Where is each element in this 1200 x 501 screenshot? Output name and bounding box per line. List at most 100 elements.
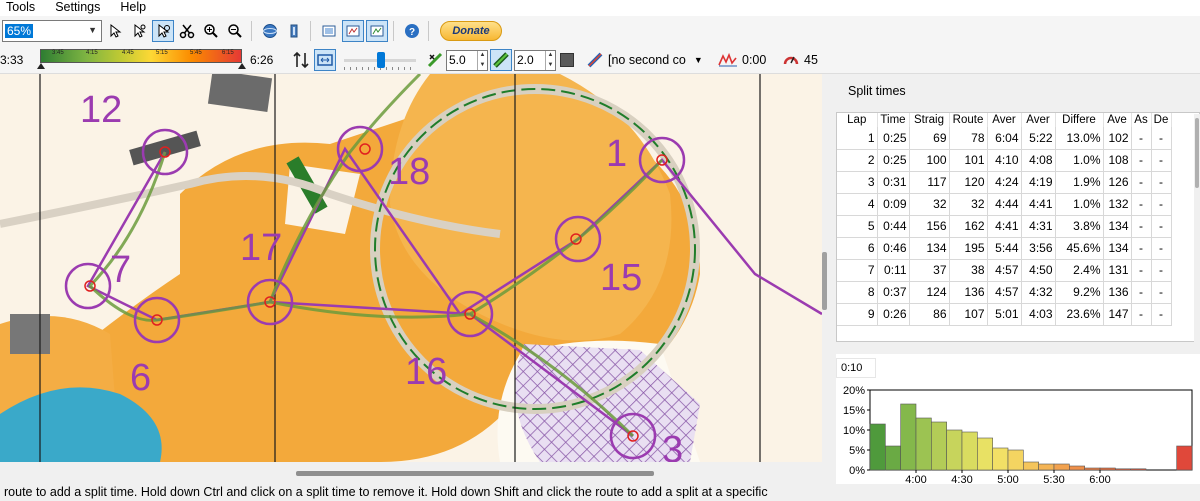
transparency-slider[interactable] — [344, 50, 416, 70]
scrollbar-thumb[interactable] — [822, 252, 827, 310]
cut-tool-button[interactable] — [176, 20, 198, 42]
column-header[interactable]: Lap — [837, 113, 878, 127]
histogram-bar — [946, 429, 963, 471]
pointer-tool-button[interactable] — [104, 20, 126, 42]
table-cell: 162 — [949, 215, 988, 238]
table-cell: 4:57 — [987, 281, 1022, 304]
menu-settings[interactable]: Settings — [45, 0, 110, 16]
route-line-icon — [427, 52, 443, 68]
table-cell: 4:41 — [987, 215, 1022, 238]
slider-thumb[interactable] — [377, 52, 385, 68]
control-number: 3 — [662, 429, 683, 462]
zoom-out-button[interactable] — [224, 20, 246, 42]
spin-down-icon[interactable]: ▼ — [478, 61, 487, 71]
colorbar-label: 4:45 — [122, 50, 134, 56]
column-header[interactable]: Aver — [1021, 113, 1056, 127]
zoom-in-button[interactable] — [200, 20, 222, 42]
column-header[interactable]: De — [1151, 113, 1172, 127]
table-cell: 1 — [837, 127, 878, 150]
table-cell: 3 — [837, 171, 878, 194]
table-cell: - — [1131, 127, 1152, 150]
table-row[interactable]: 1 0:25 69 78 6:04 5:22 13.0% 102- - — [837, 127, 1172, 150]
zoom-combobox[interactable]: 65% ▼ — [2, 20, 102, 42]
scrollbar-thumb[interactable] — [1195, 118, 1199, 188]
spin-up-icon[interactable]: ▲ — [546, 51, 555, 61]
range-min-handle[interactable] — [37, 63, 45, 69]
control-number: 17 — [240, 227, 282, 269]
y-tick-label: 10% — [843, 425, 865, 437]
fit-range-button[interactable] — [314, 46, 336, 74]
second-color-combobox[interactable]: [no second co ▼ — [608, 49, 714, 71]
mask-color-button[interactable] — [560, 46, 574, 74]
menu-help[interactable]: Help — [110, 0, 156, 16]
line-width-spinner[interactable]: 5.0 ▲ ▼ — [446, 50, 488, 71]
table-cell: 9 — [837, 303, 878, 326]
table-row[interactable]: 9 0:26 86 107 5:01 4:03 23.6% 147- - — [837, 303, 1172, 326]
column-header[interactable]: Time — [877, 113, 910, 127]
table-row[interactable]: 8 0:37 124 136 4:57 4:32 9.2% 136- - — [837, 281, 1172, 304]
column-header[interactable]: Differe — [1055, 113, 1104, 127]
table-cell: - — [1151, 171, 1172, 194]
map-vertical-scrollbar[interactable] — [822, 74, 828, 462]
toolbar-separator — [310, 21, 311, 41]
rotate-map-button[interactable] — [283, 20, 305, 42]
histogram-bar — [1069, 465, 1085, 471]
map-with-route-button[interactable] — [342, 20, 364, 42]
y-tick-label: 15% — [843, 405, 865, 417]
color-range-bar[interactable]: 3:45 4:15 4:45 5:15 5:45 6:15 — [37, 49, 246, 69]
route-only-button[interactable] — [366, 20, 388, 42]
table-cell: 0:09 — [877, 193, 910, 216]
zoom-value: 65% — [5, 24, 34, 38]
column-header[interactable]: As — [1131, 113, 1152, 127]
column-header[interactable]: Ave — [1103, 113, 1132, 127]
table-cell: 0:44 — [877, 215, 910, 238]
scrollbar-thumb[interactable] — [296, 471, 654, 476]
mask-width-spinner[interactable]: 2.0 ▲ ▼ — [514, 50, 556, 71]
orienteering-map[interactable]: 12 18 1 17 7 15 6 16 3 — [0, 74, 822, 462]
table-cell: 32 — [949, 193, 988, 216]
adjust-route-tool-button[interactable] — [128, 20, 150, 42]
table-cell: 69 — [909, 127, 950, 150]
line-width-value: 5.0 — [449, 53, 466, 67]
table-cell: 2 — [837, 149, 878, 172]
table-cell: 8 — [837, 281, 878, 304]
mask-width-toggle[interactable] — [490, 46, 512, 74]
map-route-icon — [346, 25, 360, 37]
donate-button[interactable]: Donate — [440, 21, 502, 41]
menu-tools[interactable]: Tools — [0, 0, 45, 16]
original-map-button[interactable] — [318, 20, 340, 42]
split-times-table[interactable]: Lap Time Straig Route Aver Aver Differe Ave As De… — [836, 112, 1200, 342]
colorbar-label: 5:45 — [190, 50, 202, 56]
spin-down-icon[interactable]: ▼ — [546, 61, 555, 71]
table-cell: - — [1151, 215, 1172, 238]
range-max-handle[interactable] — [238, 63, 246, 69]
table-scrollbar[interactable] — [1194, 114, 1200, 342]
table-row[interactable]: 4 0:09 32 32 4:44 4:41 1.0% 132- - — [837, 193, 1172, 216]
table-cell: 78 — [949, 127, 988, 150]
pace-icon-wrap[interactable] — [718, 46, 738, 74]
table-row[interactable]: 2 0:25 100 101 4:10 4:08 1.0% 108- - — [837, 149, 1172, 172]
swap-colors-button[interactable] — [292, 46, 310, 74]
zoom-in-icon — [204, 24, 218, 38]
zoom-out-icon — [228, 24, 242, 38]
map-horizontal-scrollbar[interactable] — [0, 462, 828, 484]
column-header[interactable]: Route — [949, 113, 988, 127]
table-cell: - — [1131, 281, 1152, 304]
histogram-bar — [869, 423, 886, 471]
table-cell: 134 — [1103, 215, 1132, 238]
table-row[interactable]: 5 0:44 156 162 4:41 4:31 3.8% 134- - — [837, 215, 1172, 238]
globe-button[interactable] — [259, 20, 281, 42]
main-toolbar: 65% ▼ ? Donate — [0, 16, 1200, 46]
column-header[interactable]: Straig — [909, 113, 950, 127]
table-row[interactable]: 7 0:11 37 38 4:57 4:50 2.4% 131- - — [837, 259, 1172, 282]
heart-rate-icon-wrap[interactable] — [782, 46, 800, 74]
histogram-bin-label: 0:10 — [836, 358, 876, 378]
table-row[interactable]: 6 0:46 134 195 5:44 3:56 45.6% 134- - — [837, 237, 1172, 260]
column-header[interactable]: Aver — [987, 113, 1022, 127]
spin-up-icon[interactable]: ▲ — [478, 51, 487, 61]
split-time-tool-button[interactable] — [152, 20, 174, 42]
colorbar-label: 3:45 — [52, 50, 64, 56]
help-button[interactable]: ? — [401, 20, 423, 42]
table-row[interactable]: 3 0:31 117 120 4:24 4:19 1.9% 126- - — [837, 171, 1172, 194]
table-cell: 4:31 — [1021, 215, 1056, 238]
